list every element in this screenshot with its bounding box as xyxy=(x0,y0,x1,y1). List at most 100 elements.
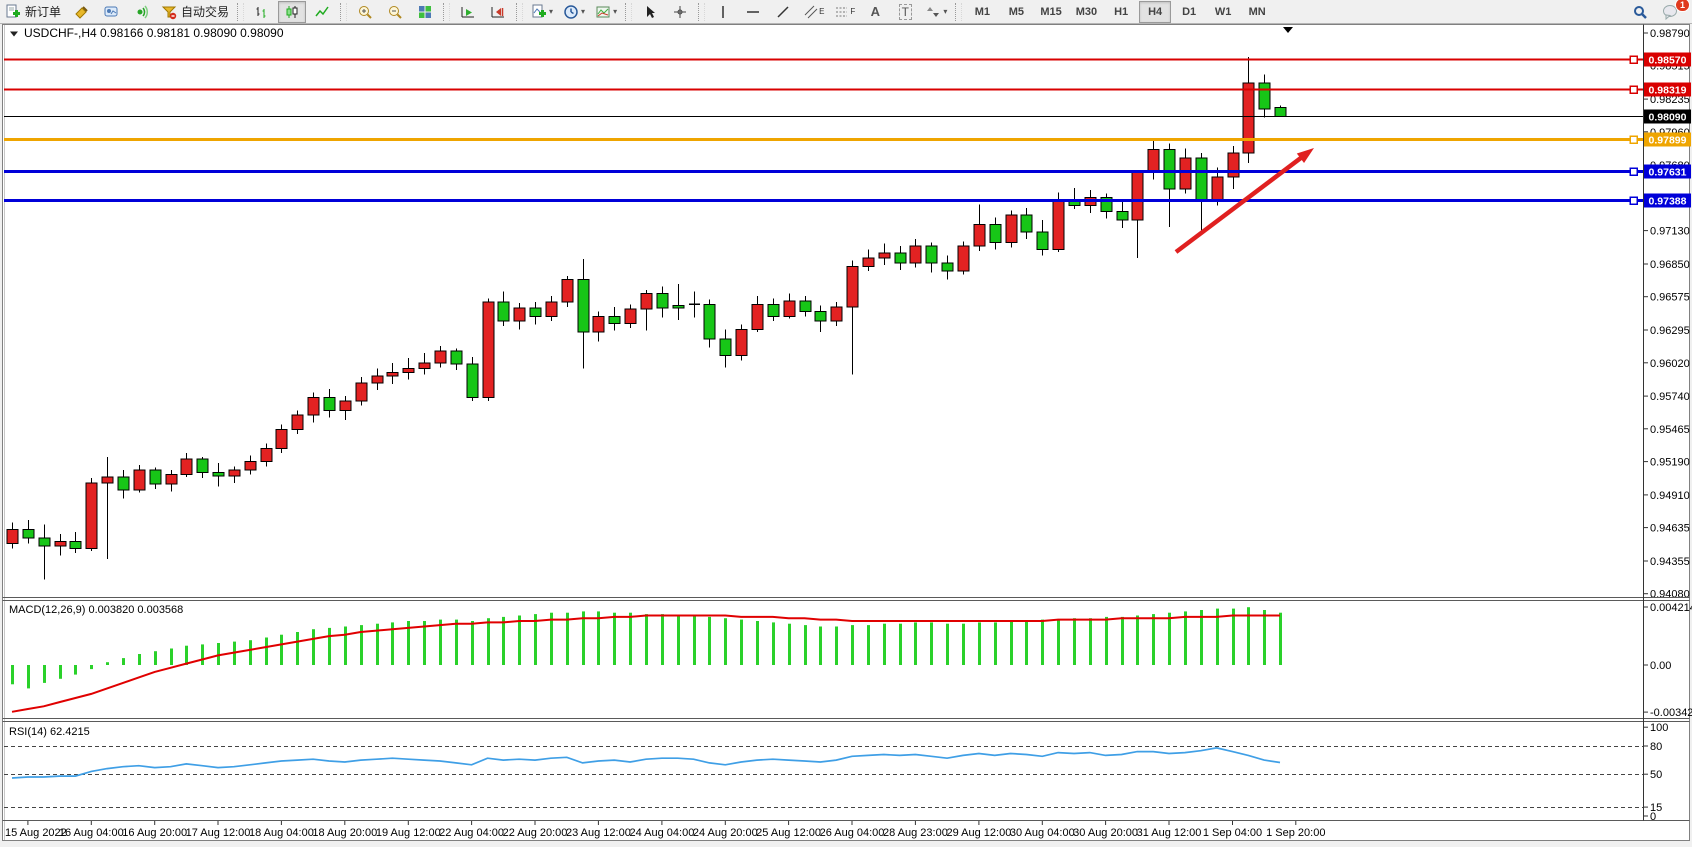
bullish-candle xyxy=(879,253,890,258)
x-axis-label: 31 Aug 12:00 xyxy=(1137,827,1202,839)
bullish-candle xyxy=(276,429,287,448)
bullish-candle xyxy=(1132,172,1143,220)
bullish-candle xyxy=(641,294,652,310)
rsi-axis-label: 100 xyxy=(1650,722,1668,734)
bullish-candle xyxy=(7,529,18,543)
bullish-candle xyxy=(863,258,874,266)
bearish-candle xyxy=(1021,215,1032,232)
bullish-candle xyxy=(1180,158,1191,189)
bullish-candle xyxy=(134,470,145,490)
y-axis-label: 0.94635 xyxy=(1650,523,1690,535)
bullish-candle xyxy=(1006,215,1017,242)
x-axis-label: 28 Aug 23:00 xyxy=(883,827,948,839)
bearish-candle xyxy=(895,253,906,263)
y-axis-label: 0.98790 xyxy=(1650,28,1690,40)
line-anchor-marker[interactable] xyxy=(1630,136,1637,143)
price-badge-label: 0.98319 xyxy=(1649,85,1687,97)
x-axis-label: 29 Aug 12:00 xyxy=(946,827,1011,839)
bullish-candle xyxy=(55,541,66,546)
bullish-candle xyxy=(229,470,240,476)
line-anchor-marker[interactable] xyxy=(1630,168,1637,175)
line-anchor-marker[interactable] xyxy=(1630,197,1637,204)
macd-label: MACD(12,26,9) 0.003820 0.003568 xyxy=(9,604,183,616)
bullish-candle xyxy=(593,316,604,332)
price-badge-label: 0.98570 xyxy=(1649,55,1687,67)
bullish-candle xyxy=(831,307,842,321)
x-axis-label: 15 Aug 2022 xyxy=(5,827,67,839)
terminal-window: 新订单 自动交易 xyxy=(0,0,1692,847)
bearish-candle xyxy=(530,308,541,316)
price-badge-label: 0.97388 xyxy=(1649,196,1687,208)
macd-axis-label: -0.003423 xyxy=(1650,707,1692,719)
bearish-candle xyxy=(467,364,478,397)
bullish-candle xyxy=(483,302,494,397)
x-axis-label: 1 Sep 20:00 xyxy=(1266,827,1325,839)
y-axis-label: 0.96850 xyxy=(1650,259,1690,271)
x-axis-label: 18 Aug 20:00 xyxy=(312,827,377,839)
bullish-candle xyxy=(1148,150,1159,173)
bearish-candle xyxy=(451,351,462,364)
macd-axis-label: 0.004214 xyxy=(1650,602,1692,614)
bearish-candle xyxy=(1196,158,1207,201)
line-anchor-marker[interactable] xyxy=(1630,56,1637,63)
bullish-candle xyxy=(261,449,272,462)
line-anchor-marker[interactable] xyxy=(1630,86,1637,93)
y-axis-label: 0.95190 xyxy=(1650,457,1690,469)
bearish-candle xyxy=(800,301,811,312)
bullish-candle xyxy=(435,351,446,363)
x-axis-label: 24 Aug 20:00 xyxy=(693,827,758,839)
bullish-candle xyxy=(625,309,636,323)
y-axis-label: 0.94080 xyxy=(1650,589,1690,601)
chart-title: USDCHF-,H4 0.98166 0.98181 0.98090 0.980… xyxy=(24,26,284,40)
x-axis-label: 25 Aug 12:00 xyxy=(756,827,821,839)
rsi-label: RSI(14) 62.4215 xyxy=(9,726,90,738)
y-axis-label: 0.96020 xyxy=(1650,358,1690,370)
x-axis-label: 22 Aug 04:00 xyxy=(439,827,504,839)
bullish-candle xyxy=(1212,177,1223,201)
bearish-candle xyxy=(990,225,1001,243)
bullish-candle xyxy=(292,415,303,429)
bullish-candle xyxy=(1053,200,1064,250)
y-axis-label: 0.94910 xyxy=(1650,490,1690,502)
bullish-candle xyxy=(340,401,351,411)
bearish-candle xyxy=(609,316,620,323)
y-axis-label: 0.97130 xyxy=(1650,226,1690,238)
bearish-candle xyxy=(768,304,779,316)
bullish-candle xyxy=(102,477,113,483)
bullish-candle xyxy=(974,225,985,246)
bearish-candle xyxy=(942,263,953,271)
bullish-candle xyxy=(86,483,97,549)
bearish-candle xyxy=(1259,83,1270,109)
rsi-axis-label: 80 xyxy=(1650,741,1662,753)
bullish-candle xyxy=(847,266,858,307)
x-axis-label: 22 Aug 20:00 xyxy=(503,827,568,839)
bearish-candle xyxy=(704,304,715,339)
rsi-axis-label: 50 xyxy=(1650,769,1662,781)
bearish-candle xyxy=(324,397,335,410)
price-badge-label: 0.98090 xyxy=(1649,112,1687,124)
bearish-candle xyxy=(1037,232,1048,250)
bearish-candle xyxy=(70,541,81,548)
bearish-candle xyxy=(815,312,826,322)
chart-canvas[interactable]: 0.987900.985150.982350.979600.976800.974… xyxy=(0,0,1692,847)
bearish-candle xyxy=(213,472,224,476)
y-axis-label: 0.96295 xyxy=(1650,325,1690,337)
bullish-candle xyxy=(419,363,430,369)
bearish-candle xyxy=(23,529,34,537)
bullish-candle xyxy=(958,246,969,271)
x-axis-label: 23 Aug 12:00 xyxy=(566,827,631,839)
x-axis-label: 30 Aug 04:00 xyxy=(1010,827,1075,839)
bullish-candle xyxy=(372,376,383,383)
y-axis-label: 0.95465 xyxy=(1650,424,1690,436)
x-axis-label: 18 Aug 04:00 xyxy=(249,827,314,839)
bearish-candle xyxy=(39,538,50,546)
bullish-candle xyxy=(1228,153,1239,177)
bullish-candle xyxy=(387,372,398,376)
bearish-candle xyxy=(578,279,589,331)
bullish-candle xyxy=(308,397,319,415)
x-axis-label: 19 Aug 12:00 xyxy=(376,827,441,839)
y-axis-label: 0.94355 xyxy=(1650,556,1690,568)
bullish-candle xyxy=(736,329,747,355)
bearish-candle xyxy=(150,470,161,484)
bullish-candle xyxy=(166,475,177,485)
